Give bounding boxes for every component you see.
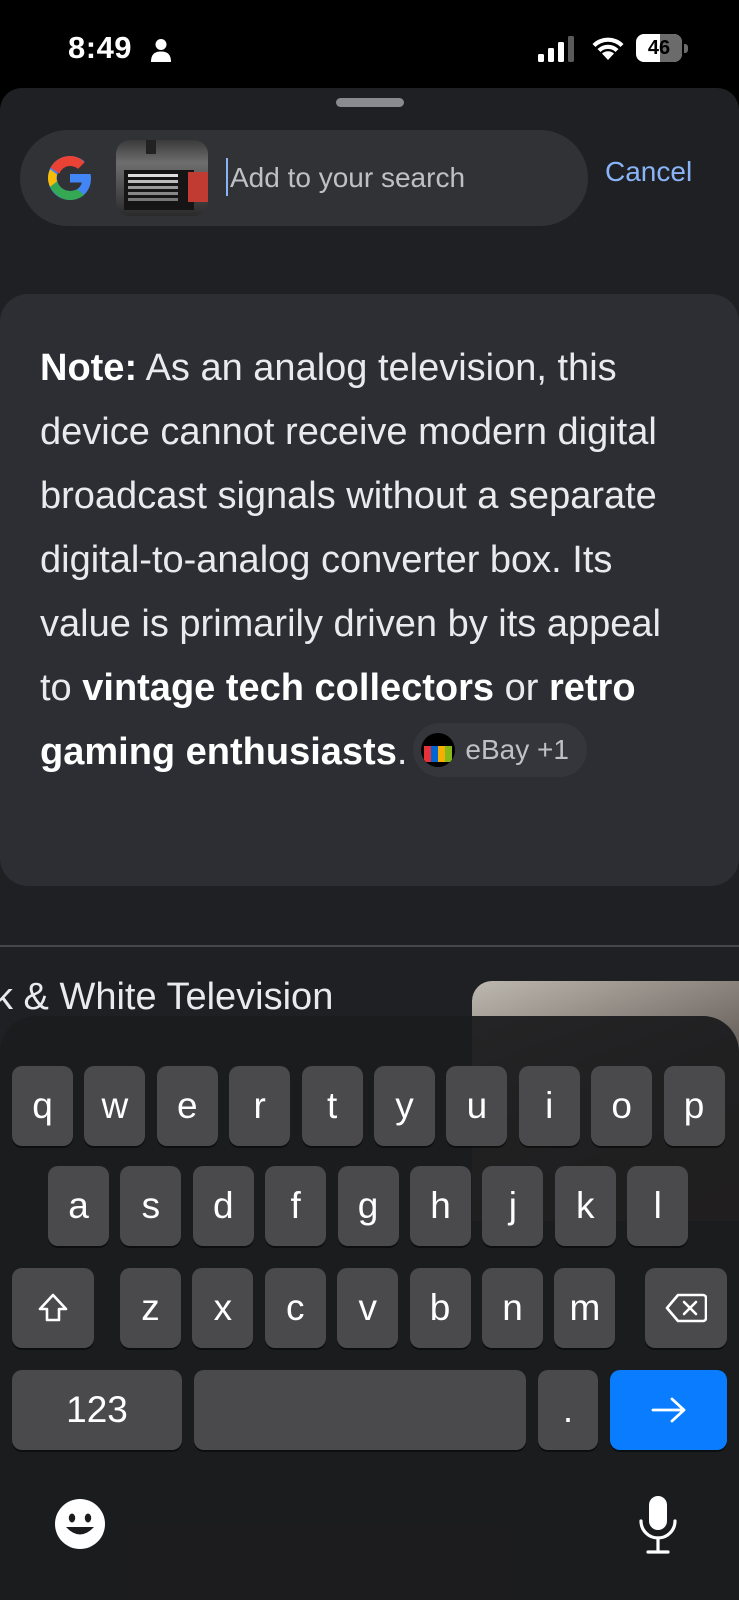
key-q[interactable]: q [12,1066,73,1146]
arrow-right-icon [651,1397,685,1423]
key-p[interactable]: p [663,1066,725,1146]
key-label: p [683,1085,705,1126]
key-label: h [430,1185,451,1226]
key-label: x [213,1287,233,1328]
key-l[interactable]: l [627,1166,689,1246]
key-label: c [286,1287,305,1328]
key-j[interactable]: j [482,1166,544,1246]
emoji-icon[interactable] [54,1498,106,1550]
key-label: i [545,1085,554,1126]
key-label: w [101,1085,129,1126]
battery-indicator: 46 [636,34,688,62]
key-label: a [68,1185,89,1226]
key-label: l [653,1185,662,1226]
key-label: k [576,1185,595,1226]
key-b[interactable]: b [409,1268,471,1348]
captured-image-thumbnail[interactable] [116,140,208,216]
key-n[interactable]: n [482,1268,543,1348]
key-label: d [213,1185,234,1226]
divider [0,945,739,947]
key-label: z [141,1287,160,1328]
source-chip[interactable]: eBay +1 [413,722,587,777]
on-screen-keyboard: 123 . q w e r t y u i o p a s d f g h j k l z x c v b n m [0,1016,739,1600]
period-key[interactable]: . [538,1370,598,1450]
key-y[interactable]: y [374,1066,435,1146]
key-a[interactable]: a [48,1166,109,1246]
source-label: eBay +1 [465,733,569,765]
key-s[interactable]: s [120,1166,182,1246]
key-i[interactable]: i [518,1066,580,1146]
note-bold-1: vintage tech collectors [82,667,495,709]
key-label: e [177,1085,198,1126]
key-label: t [326,1085,338,1126]
key-z[interactable]: z [120,1268,181,1348]
key-t[interactable]: t [301,1066,363,1146]
person-icon [151,39,171,62]
key-k[interactable]: k [554,1166,616,1246]
search-input[interactable] [230,152,570,204]
key-label: r [253,1085,266,1126]
cellular-signal-icon [538,36,574,62]
key-e[interactable]: e [156,1066,218,1146]
key-label: o [611,1085,632,1126]
key-label: v [358,1287,377,1328]
status-bar: 8:49 46 [0,0,739,90]
key-r[interactable]: r [229,1066,291,1146]
key-w[interactable]: w [84,1066,146,1146]
key-c[interactable]: c [264,1268,326,1348]
status-time: 8:49 [68,30,133,65]
key-u[interactable]: u [446,1066,508,1146]
microphone-icon[interactable] [636,1494,680,1556]
result-title[interactable]: k & White Television [0,976,333,1019]
key-label: g [357,1185,379,1226]
drag-handle[interactable] [336,98,404,107]
note-paragraph: Note: As an analog television, this devi… [40,336,700,784]
battery-level: 46 [647,37,671,59]
go-key[interactable] [610,1370,727,1450]
key-label: s [141,1185,161,1226]
space-key[interactable] [194,1370,526,1450]
key-label: q [32,1085,53,1126]
numbers-key[interactable]: 123 [12,1370,182,1450]
ai-overview-note-card: Note: As an analog television, this devi… [0,294,739,886]
key-v[interactable]: v [337,1268,399,1348]
backspace-key[interactable] [645,1268,727,1348]
key-label: u [466,1085,488,1126]
key-f[interactable]: f [265,1166,327,1246]
key-h[interactable]: h [410,1166,471,1246]
note-text-2: or [494,667,549,709]
key-x[interactable]: x [192,1268,254,1348]
key-label: f [290,1185,301,1226]
key-label: n [502,1287,523,1328]
text-cursor [226,158,228,196]
key-label: m [569,1287,601,1328]
backspace-icon [665,1293,707,1323]
cancel-button[interactable]: Cancel [605,156,692,188]
key-label: b [429,1287,451,1328]
key-m[interactable]: m [554,1268,616,1348]
note-text-1: As an analog television, this device can… [40,347,661,709]
search-bar[interactable] [20,130,588,226]
wifi-icon [592,37,624,60]
key-label: j [508,1185,517,1226]
note-lead: Note: [40,347,138,389]
key-label: y [395,1085,414,1126]
key-d[interactable]: d [192,1166,254,1246]
ebay-source-icon [421,732,456,767]
key-o[interactable]: o [591,1066,653,1146]
note-text-3: . [396,731,408,773]
shift-key[interactable] [12,1268,94,1348]
key-g[interactable]: g [337,1166,399,1246]
shift-icon [38,1293,68,1322]
google-logo-icon [48,156,91,200]
